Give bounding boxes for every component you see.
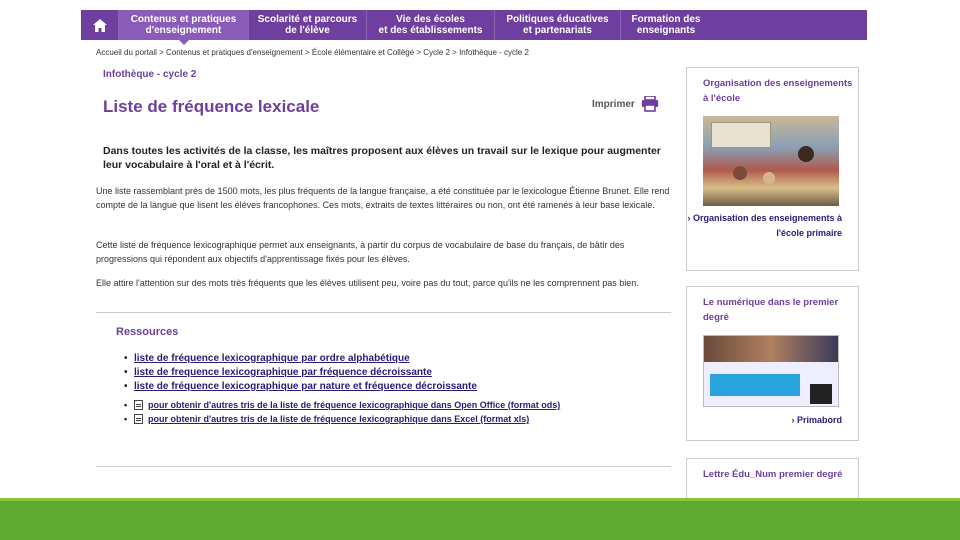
nav-scolarite-parcours[interactable]: Scolarité et parcours de l'élève [249,10,367,40]
section-tag: Infothèque - cycle 2 [103,69,197,80]
paragraph-2: Cette liste de fréquence lexicographique… [96,240,625,264]
sidebar-box-numerique: Le numérique dans le premier degré › Pri… [686,286,859,441]
breadcrumb[interactable]: Accueil du portail > Contenus et pratiqu… [96,48,529,57]
slide-footer-line [0,498,960,501]
intro-paragraph: Dans toutes les activités de la classe, … [103,145,661,171]
file-link-ods-label: pour obtenir d'autres tris de la liste d… [148,400,561,410]
nav-formation-enseignants[interactable]: Formation des enseignants [621,10,711,40]
sidebar-title-numerique: Le numérique dans le premier degré [703,297,839,323]
resource-link-alphabetique[interactable]: liste de fréquence lexicographique par o… [124,352,671,366]
paragraph-1: Une liste rassemblant près de 1500 mots,… [96,186,670,210]
sidebar-title-lettre: Lettre Édu_Num premier degré [703,469,843,480]
print-label: Imprimer [592,98,635,110]
file-link-ods[interactable]: pour obtenir d'autres tris de la liste d… [124,398,671,412]
file-link-xls[interactable]: pour obtenir d'autres tris de la liste d… [124,412,671,426]
slide-footer-bar [0,498,960,540]
nav-contenus-pratiques[interactable]: Contenus et pratiques d'enseignement [119,10,249,45]
sidebar-title-organisation: Organisation des enseignements à l'école [703,78,853,104]
paragraph-3: Elle attire l'attention sur des mots trè… [96,278,639,288]
sidebar-link-primabord[interactable]: › Primabord [687,413,858,428]
resources-section: Ressources liste de fréquence lexicograp… [96,312,671,426]
file-link-xls-label: pour obtenir d'autres tris de la liste d… [148,414,530,424]
divider [96,466,671,467]
print-button[interactable]: Imprimer [592,96,659,112]
resources-links: liste de fréquence lexicographique par o… [124,352,671,394]
primabord-screenshot[interactable] [703,335,839,407]
sidebar-link-organisation[interactable]: › Organisation des enseignements à l'éco… [687,211,858,241]
printer-icon [641,96,658,112]
classroom-photo[interactable] [703,116,839,206]
nav-vie-ecoles[interactable]: Vie des écoles et des établissements [367,10,495,40]
resources-files: pour obtenir d'autres tris de la liste d… [124,398,671,426]
main-navigation: Contenus et pratiques d'enseignement Sco… [81,10,867,45]
resources-title: Ressources [116,326,179,338]
browser-page: Contenus et pratiques d'enseignement Sco… [81,10,867,498]
resource-link-nature[interactable]: liste de fréquence lexicographique par n… [124,380,671,394]
document-icon [134,414,143,424]
home-button[interactable] [81,10,119,40]
sidebar-box-lettre: Lettre Édu_Num premier degré [686,458,859,498]
sidebar-box-organisation: Organisation des enseignements à l'école… [686,67,859,271]
page-title: Liste de fréquence lexicale [103,97,320,116]
nav-politiques-educatives[interactable]: Politiques éducatives et partenariats [495,10,621,40]
resource-link-frequence[interactable]: liste de frequence lexicographique par f… [124,366,671,380]
home-icon [92,18,107,32]
document-icon [134,400,143,410]
